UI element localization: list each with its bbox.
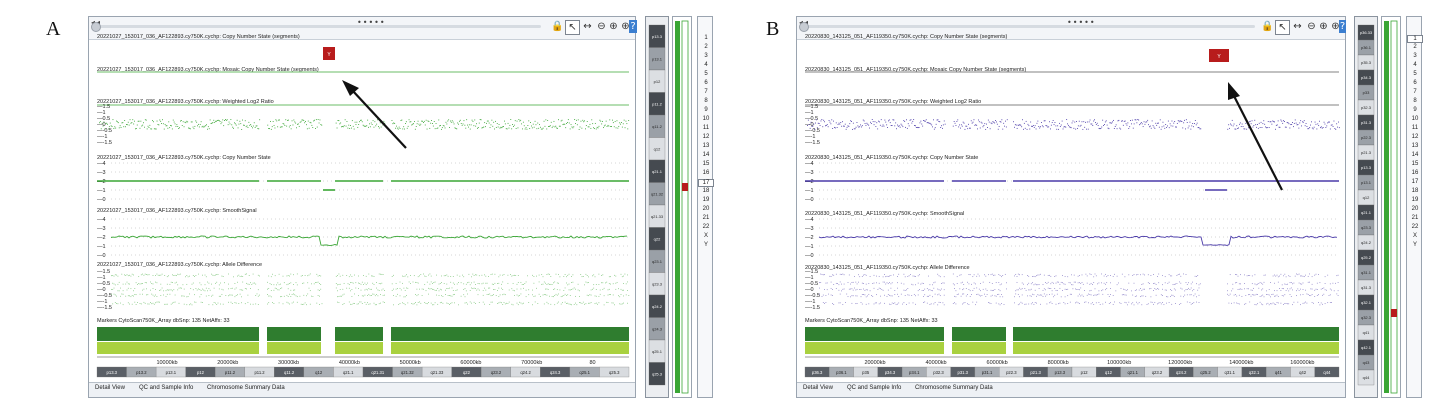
annotation-arrows — [342, 80, 1283, 191]
arrow-a — [342, 80, 407, 149]
arrow-b — [1228, 82, 1283, 191]
